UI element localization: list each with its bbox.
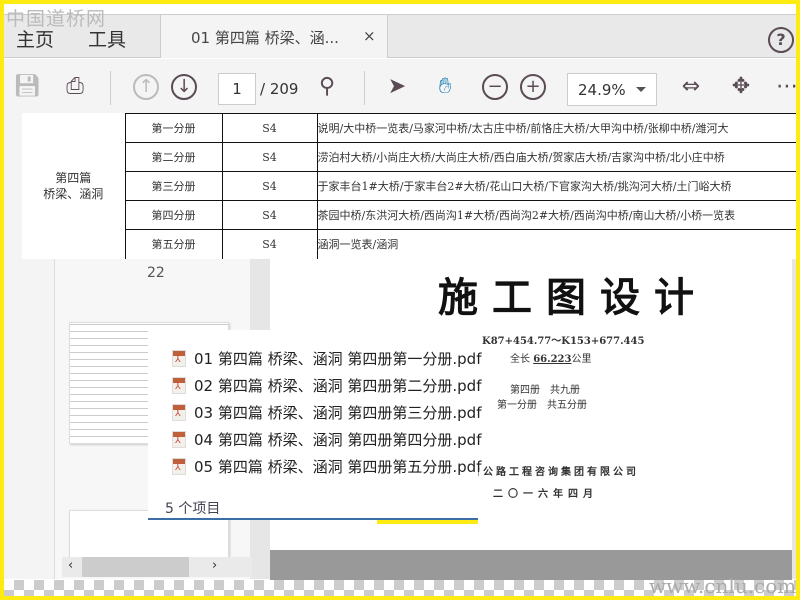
table-row: 第三分册 S4 于家丰台1#大桥/于家丰台2#大桥/花山口大桥/下官家沟大桥/挑沟河… xyxy=(22,171,796,201)
tab-document[interactable]: 01 第四篇 桥梁、涵... × xyxy=(160,15,388,58)
table-row: 第二分册 S4 涝泊村大桥/小尚庄大桥/大尚庄大桥/西白庙大桥/贺家店大桥/吉家沟中… xyxy=(22,142,796,172)
thumbnail-page-number: 22 xyxy=(147,265,165,281)
divider xyxy=(110,71,111,105)
code-cell: S4 xyxy=(221,200,318,230)
cover-part: 第一分册 共五分册 xyxy=(497,400,587,411)
volume-cell: 第四分册 xyxy=(124,200,223,230)
divider xyxy=(364,71,365,105)
zoom-search-icon[interactable]: ⚲ xyxy=(312,72,342,102)
cover-title: 施工图设计 xyxy=(438,274,708,321)
pdf-file-icon xyxy=(172,377,186,394)
chevron-left-icon[interactable]: ‹ xyxy=(68,558,73,573)
zoom-select[interactable]: 24.9% xyxy=(567,73,657,106)
group-cell: 第四篇 桥梁、涵洞 xyxy=(43,171,104,201)
code-cell: S4 xyxy=(221,142,318,172)
file-list-popup: 01 第四篇 桥梁、涵洞 第四册第一分册.pdf 02 第四篇 桥梁、涵洞 第四… xyxy=(148,330,482,520)
content-cell: 说明/大中桥一览表/马家河中桥/太古庄中桥/前恪庄大桥/大甲沟中桥/张柳中桥/潍… xyxy=(316,113,796,143)
fit-page-icon[interactable]: ✥ xyxy=(726,72,756,102)
content-cell: 于家丰台1#大桥/于家丰台2#大桥/花山口大桥/下官家沟大桥/挑沟河大桥/土门峪… xyxy=(316,171,796,201)
cover-date: 二〇一六年四月 xyxy=(493,489,598,500)
cover-range: K87+454.77～K153+677.445 xyxy=(482,336,645,347)
length-label: 全长 xyxy=(510,354,530,365)
table-row: 第四篇 桥梁、涵洞 第一分册 S4 说明/大中桥一览表/马家河中桥/太古庄中桥/前恪庄… xyxy=(22,113,796,201)
cover-length: 全长 66.223公里 xyxy=(510,350,591,365)
table-row: 第五分册 S4 涵洞一览表/涵洞 xyxy=(22,229,796,259)
select-cursor-icon[interactable]: ➤ xyxy=(382,72,412,102)
volume-table: 第四篇 桥梁、涵洞 第一分册 S4 说明/大中桥一览表/马家河中桥/太古庄中桥/前恪庄… xyxy=(22,113,796,259)
fit-width-icon[interactable]: ⇔ xyxy=(676,72,706,102)
code-cell: S4 xyxy=(221,229,318,259)
volume-cell: 第二分册 xyxy=(124,142,223,172)
pdf-file-icon xyxy=(172,431,186,448)
content-cell: 涵洞一览表/涵洞 xyxy=(317,238,399,252)
volume-cell: 第五分册 xyxy=(124,229,223,259)
document-tab-title: 01 第四篇 桥梁、涵... xyxy=(191,29,339,47)
tab-bar: 主页 工具 01 第四篇 桥梁、涵... × ? xyxy=(4,14,796,58)
page-number-input[interactable]: 1 xyxy=(218,73,256,105)
cover-volume: 第四册 共九册 xyxy=(510,385,580,396)
highlight-bar xyxy=(377,520,478,524)
scroll-thumb[interactable] xyxy=(82,557,189,577)
help-icon[interactable]: ? xyxy=(768,27,794,53)
file-name: 02 第四篇 桥梁、涵洞 第四册第二分册.pdf xyxy=(194,377,482,395)
length-value: 66.223 xyxy=(533,354,572,365)
previous-page-icon[interactable]: ↑ xyxy=(133,74,159,100)
volume-cell: 第三分册 xyxy=(124,171,223,201)
next-page-icon[interactable]: ↓ xyxy=(171,74,197,100)
watermark-bottom: www.cnlu.com xyxy=(649,574,796,596)
length-unit: 公里 xyxy=(571,354,592,365)
pdf-file-icon xyxy=(172,404,186,421)
chevron-down-icon xyxy=(636,87,646,97)
file-item[interactable]: 04 第四篇 桥梁、涵洞 第四册第四分册.pdf xyxy=(172,429,482,450)
file-item[interactable]: 05 第四篇 桥梁、涵洞 第四册第五分册.pdf xyxy=(172,456,482,477)
chevron-right-icon[interactable]: › xyxy=(212,558,217,573)
volume-cell: 第一分册 xyxy=(124,113,223,143)
content-cell: 涝泊村大桥/小尚庄大桥/大尚庄大桥/西白庙大桥/贺家店大桥/吉家沟中桥/北小庄中… xyxy=(316,142,796,172)
table-row: 第四分册 S4 茶园中桥/东洪河大桥/西尚沟1#大桥/西尚沟2#大桥/西尚沟中桥/南… xyxy=(22,200,796,230)
file-name: 05 第四篇 桥梁、涵洞 第四册第五分册.pdf xyxy=(194,458,482,476)
watermark: 中国道桥网 xyxy=(6,8,107,30)
cover-company: 省公路工程咨询集团有限公司 xyxy=(470,467,639,478)
toolbar: 💾︎ ⎙ ↑ ↓ 1 / 209 ⚲ ➤ ✋︎ − + 24.9% ⇔ ✥ ⋯ xyxy=(4,59,796,117)
file-name: 03 第四篇 桥梁、涵洞 第四册第三分册.pdf xyxy=(194,404,482,422)
zoom-in-icon[interactable]: + xyxy=(520,74,546,100)
content-cell: 茶园中桥/东洪河大桥/西尚沟1#大桥/西尚沟2#大桥/西尚沟中桥/南山大桥/小桥… xyxy=(316,200,796,230)
zoom-value: 24.9% xyxy=(578,81,626,99)
code-cell: S4 xyxy=(221,113,318,143)
file-item[interactable]: 02 第四篇 桥梁、涵洞 第四册第二分册.pdf xyxy=(172,375,482,396)
close-tab-icon[interactable]: × xyxy=(363,27,376,45)
more-icon[interactable]: ⋯ xyxy=(772,72,796,102)
item-count: 5 个项目 xyxy=(165,501,221,517)
pdf-reader-window: 主页 工具 01 第四篇 桥梁、涵... × ? 中国道桥网 💾︎ ⎙ ↑ ↓ … xyxy=(4,4,796,596)
pdf-file-icon xyxy=(172,350,186,367)
save-icon[interactable]: 💾︎ xyxy=(12,72,42,102)
zoom-out-icon[interactable]: − xyxy=(482,74,508,100)
file-item[interactable]: 01 第四篇 桥梁、涵洞 第四册第一分册.pdf xyxy=(172,348,482,369)
file-item[interactable]: 03 第四篇 桥梁、涵洞 第四册第三分册.pdf xyxy=(172,402,482,423)
file-name: 01 第四篇 桥梁、涵洞 第四册第一分册.pdf xyxy=(194,350,482,368)
file-name: 04 第四篇 桥梁、涵洞 第四册第四分册.pdf xyxy=(194,431,482,449)
hand-tool-icon[interactable]: ✋︎ xyxy=(430,72,460,102)
page-total: / 209 xyxy=(260,80,299,98)
code-cell: S4 xyxy=(221,171,318,201)
pdf-file-icon xyxy=(172,458,186,475)
horizontal-scrollbar[interactable]: ‹ › xyxy=(62,557,252,577)
print-icon[interactable]: ⎙ xyxy=(60,72,90,102)
